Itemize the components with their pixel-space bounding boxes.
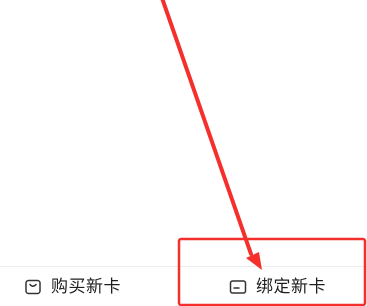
buy-new-card-label: 购买新卡 [51, 276, 121, 297]
buy-new-card-button[interactable]: 购买新卡 [24, 267, 121, 306]
shopping-bag-icon [24, 278, 42, 296]
screen: 购买新卡 绑定新卡 [0, 0, 367, 306]
card-icon [229, 278, 247, 296]
bind-new-card-button[interactable]: 绑定新卡 [229, 267, 326, 306]
red-arrow-icon [160, 0, 253, 256]
bind-new-card-label: 绑定新卡 [256, 276, 326, 297]
annotation-overlay [160, 0, 367, 306]
bottom-action-bar: 购买新卡 绑定新卡 [0, 266, 367, 306]
